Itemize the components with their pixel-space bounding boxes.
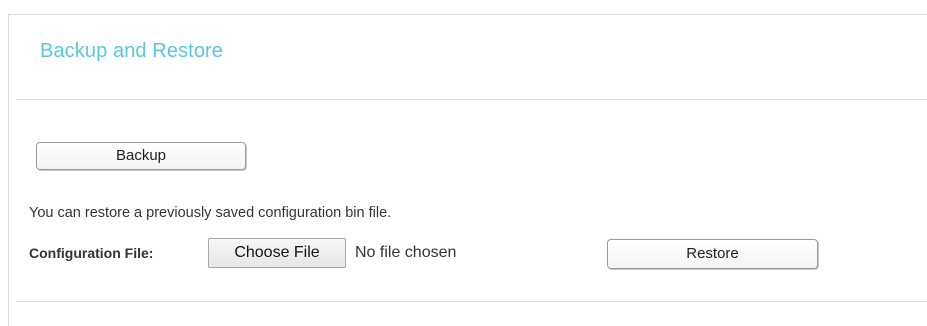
configuration-file-label: Configuration File: bbox=[29, 245, 154, 261]
bottom-divider bbox=[16, 301, 927, 302]
restore-info-text: You can restore a previously saved confi… bbox=[29, 205, 392, 221]
backup-button[interactable]: Backup bbox=[36, 142, 246, 170]
restore-button[interactable]: Restore bbox=[607, 239, 818, 269]
choose-file-button[interactable]: Choose File bbox=[208, 238, 346, 268]
file-status-text: No file chosen bbox=[355, 244, 457, 261]
top-divider bbox=[16, 99, 927, 100]
section-title: Backup and Restore bbox=[40, 40, 224, 62]
